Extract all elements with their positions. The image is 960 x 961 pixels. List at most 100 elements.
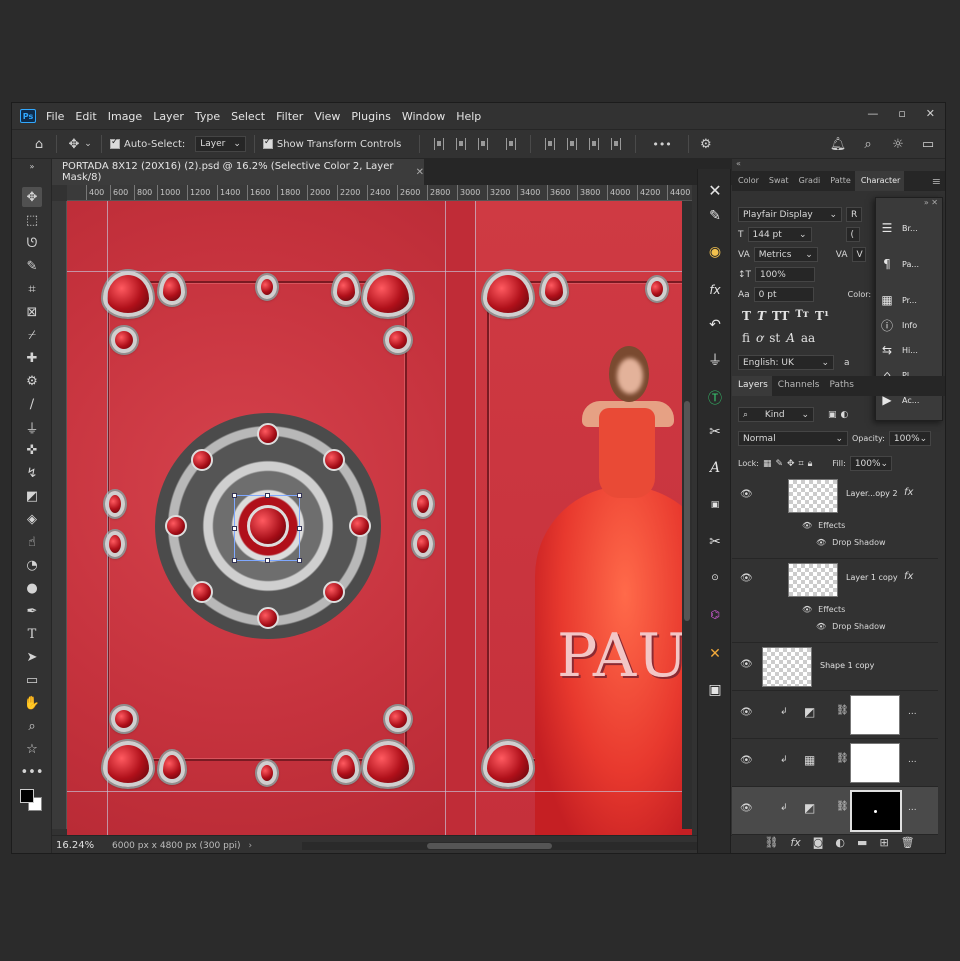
tab-paths[interactable]: Paths <box>823 376 857 396</box>
brush-plugin-icon[interactable]: ✎ <box>703 205 727 227</box>
move-tool-icon[interactable]: ✥ <box>65 135 83 153</box>
collapse-icon[interactable]: » <box>22 161 42 171</box>
fx-icon[interactable]: fx <box>904 487 913 498</box>
bandage-tool-icon[interactable]: ✜ <box>22 440 42 460</box>
superscript-icon[interactable]: T¹ <box>815 309 829 323</box>
home-icon[interactable]: ⌂ <box>30 135 48 153</box>
tab-color[interactable]: Color <box>732 171 763 191</box>
kerning-field[interactable]: Metrics ⌄ <box>753 247 818 262</box>
lightbulb-icon[interactable]: ☼ <box>889 135 907 153</box>
adjustment-layer-icon[interactable]: ◐ <box>835 836 845 849</box>
link-icon[interactable]: ⛓︎ <box>836 705 849 716</box>
paint-bucket-tool-icon[interactable]: ◈ <box>22 509 42 529</box>
lock-position-icon[interactable]: ✥ <box>787 459 795 469</box>
transform-handle[interactable] <box>232 558 237 563</box>
flyout-history[interactable]: ⇆ Hi... <box>880 338 940 362</box>
visibility-eye-icon[interactable]: 👁︎ <box>816 622 826 631</box>
path-select-tool-icon[interactable]: ➤ <box>22 647 42 667</box>
guide-line[interactable] <box>107 201 108 835</box>
link-layers-icon[interactable]: ⛓︎ <box>764 836 778 849</box>
drop-shadow-row[interactable]: 👁︎ Drop Shadow <box>816 538 886 547</box>
dodge-tool-icon[interactable]: ● <box>22 578 42 598</box>
scroll-thumb[interactable] <box>427 843 552 849</box>
collapse-panels-icon[interactable]: « <box>736 159 741 168</box>
move-tool-icon[interactable]: ✥ <box>22 187 42 207</box>
menu-window[interactable]: Window <box>402 110 445 123</box>
chevron-down-icon[interactable]: ⌄ <box>83 135 93 153</box>
opacity-field[interactable]: 100% ⌄ <box>888 431 931 446</box>
menu-plugins[interactable]: Plugins <box>351 110 390 123</box>
transform-handle[interactable] <box>297 558 302 563</box>
lock-pixels-icon[interactable]: ✎ <box>775 459 783 469</box>
leading-field[interactable]: ( <box>845 227 860 242</box>
guide-line[interactable] <box>67 791 692 792</box>
more-icon[interactable]: ... <box>908 755 917 765</box>
smudge-tool-icon[interactable]: ☝ <box>22 532 42 552</box>
pixel-plugin-icon[interactable]: ▣ <box>703 679 727 701</box>
expand-icon[interactable]: » ✕ <box>924 198 938 207</box>
close-icon[interactable]: ✕ <box>926 107 935 120</box>
layer-kind-filter[interactable]: ⌕ Kind ⌄ <box>738 407 814 422</box>
add-mask-icon[interactable]: ◙ <box>813 836 824 849</box>
star-icon[interactable]: ☆ <box>22 739 42 759</box>
menu-type[interactable]: Type <box>195 110 220 123</box>
guide-line[interactable] <box>445 201 446 835</box>
lock-artboard-icon[interactable]: ⌗ <box>799 459 804 469</box>
un-plugin-icon[interactable]: ⊙ <box>703 567 727 589</box>
eraser-tool-icon[interactable]: ◩ <box>22 486 42 506</box>
transform-handle[interactable] <box>297 493 302 498</box>
layer-item[interactable]: 👁︎ Layer 1 copy fx 👁︎ Effects 👁︎ Drop Shad… <box>732 559 938 643</box>
zoom-tool-icon[interactable]: ⌕ <box>22 716 42 736</box>
menu-file[interactable]: File <box>46 110 64 123</box>
layer-mask-thumbnail[interactable] <box>850 695 900 735</box>
type-plugin-icon[interactable]: A <box>703 457 727 479</box>
visibility-eye-icon[interactable]: 👁︎ <box>740 755 753 766</box>
menu-help[interactable]: Help <box>456 110 481 123</box>
vertical-scale-field[interactable]: 100% <box>755 267 816 282</box>
blur-tool-icon[interactable]: ◔ <box>22 555 42 575</box>
chevron-right-icon[interactable]: › <box>249 841 253 851</box>
align-left-icon[interactable] <box>434 138 445 150</box>
align-top-icon[interactable] <box>545 138 556 150</box>
drop-plugin-icon[interactable]: ◉ <box>703 241 727 263</box>
link-icon[interactable]: ⛓︎ <box>836 801 849 812</box>
hand-tool-icon[interactable]: ✋ <box>22 693 42 713</box>
visibility-eye-icon[interactable]: 👁︎ <box>740 707 753 718</box>
anti-alias-icon[interactable]: a <box>844 358 850 368</box>
align-middle-icon[interactable] <box>567 138 578 150</box>
font-style-select[interactable]: R <box>846 207 862 222</box>
menu-image[interactable]: Image <box>108 110 142 123</box>
tab-gradients[interactable]: Gradi <box>793 171 825 191</box>
layer-item[interactable]: 👁︎ ↲ ▦ ⛓︎ ... <box>732 739 938 787</box>
transform-handle[interactable] <box>232 493 237 498</box>
link-icon[interactable]: ⛓︎ <box>836 753 849 764</box>
clone-stamp-tool-icon[interactable]: ⏚ <box>22 417 42 437</box>
transform-handle[interactable] <box>232 526 237 531</box>
auto-select-checkbox[interactable]: Auto-Select: <box>110 137 185 150</box>
tab-patterns[interactable]: Patte <box>824 171 855 191</box>
tracking-field[interactable]: V <box>851 247 866 262</box>
menu-layer[interactable]: Layer <box>153 110 184 123</box>
layer-name[interactable]: Shape 1 copy <box>820 661 874 670</box>
drop-shadow-row[interactable]: 👁︎ Drop Shadow <box>816 622 886 631</box>
font-size-field[interactable]: 144 pt ⌄ <box>747 227 812 242</box>
layer-item[interactable]: 👁︎ Layer...opy 2 fx 👁︎ Effects 👁︎ Drop Sha… <box>732 475 938 559</box>
panel-menu-icon[interactable]: ≡ <box>926 171 945 191</box>
frame-tool-icon[interactable]: ⊠ <box>22 302 42 322</box>
document-tab[interactable]: PORTADA 8X12 (20X16) (2).psd @ 16.2% (Se… <box>52 159 424 185</box>
isk-plugin-icon[interactable]: ▣ <box>703 494 727 516</box>
tk9-plugin-icon[interactable]: ⌬ <box>703 603 727 625</box>
close-x-plugin-icon[interactable]: ✕ <box>703 179 727 201</box>
group-folder-icon[interactable]: ▬ <box>857 836 867 849</box>
transform-handle[interactable] <box>297 526 302 531</box>
close-tab-icon[interactable]: ✕ <box>416 167 424 178</box>
rectangle-tool-icon[interactable]: ▭ <box>22 670 42 690</box>
faux-bold-icon[interactable]: T <box>742 309 751 323</box>
layer-item[interactable]: 👁︎ ↲ ◩ ⛓︎ ... <box>732 691 938 739</box>
bell-icon[interactable]: 🔔︎ <box>829 135 847 153</box>
healing-brush-tool-icon[interactable]: ✚ <box>22 348 42 368</box>
all-caps-icon[interactable]: TT <box>772 309 789 323</box>
lock-all-icon[interactable]: 🔒︎ <box>808 459 813 469</box>
faux-italic-icon[interactable]: T <box>757 309 766 323</box>
align-bottom-icon[interactable] <box>589 138 600 150</box>
